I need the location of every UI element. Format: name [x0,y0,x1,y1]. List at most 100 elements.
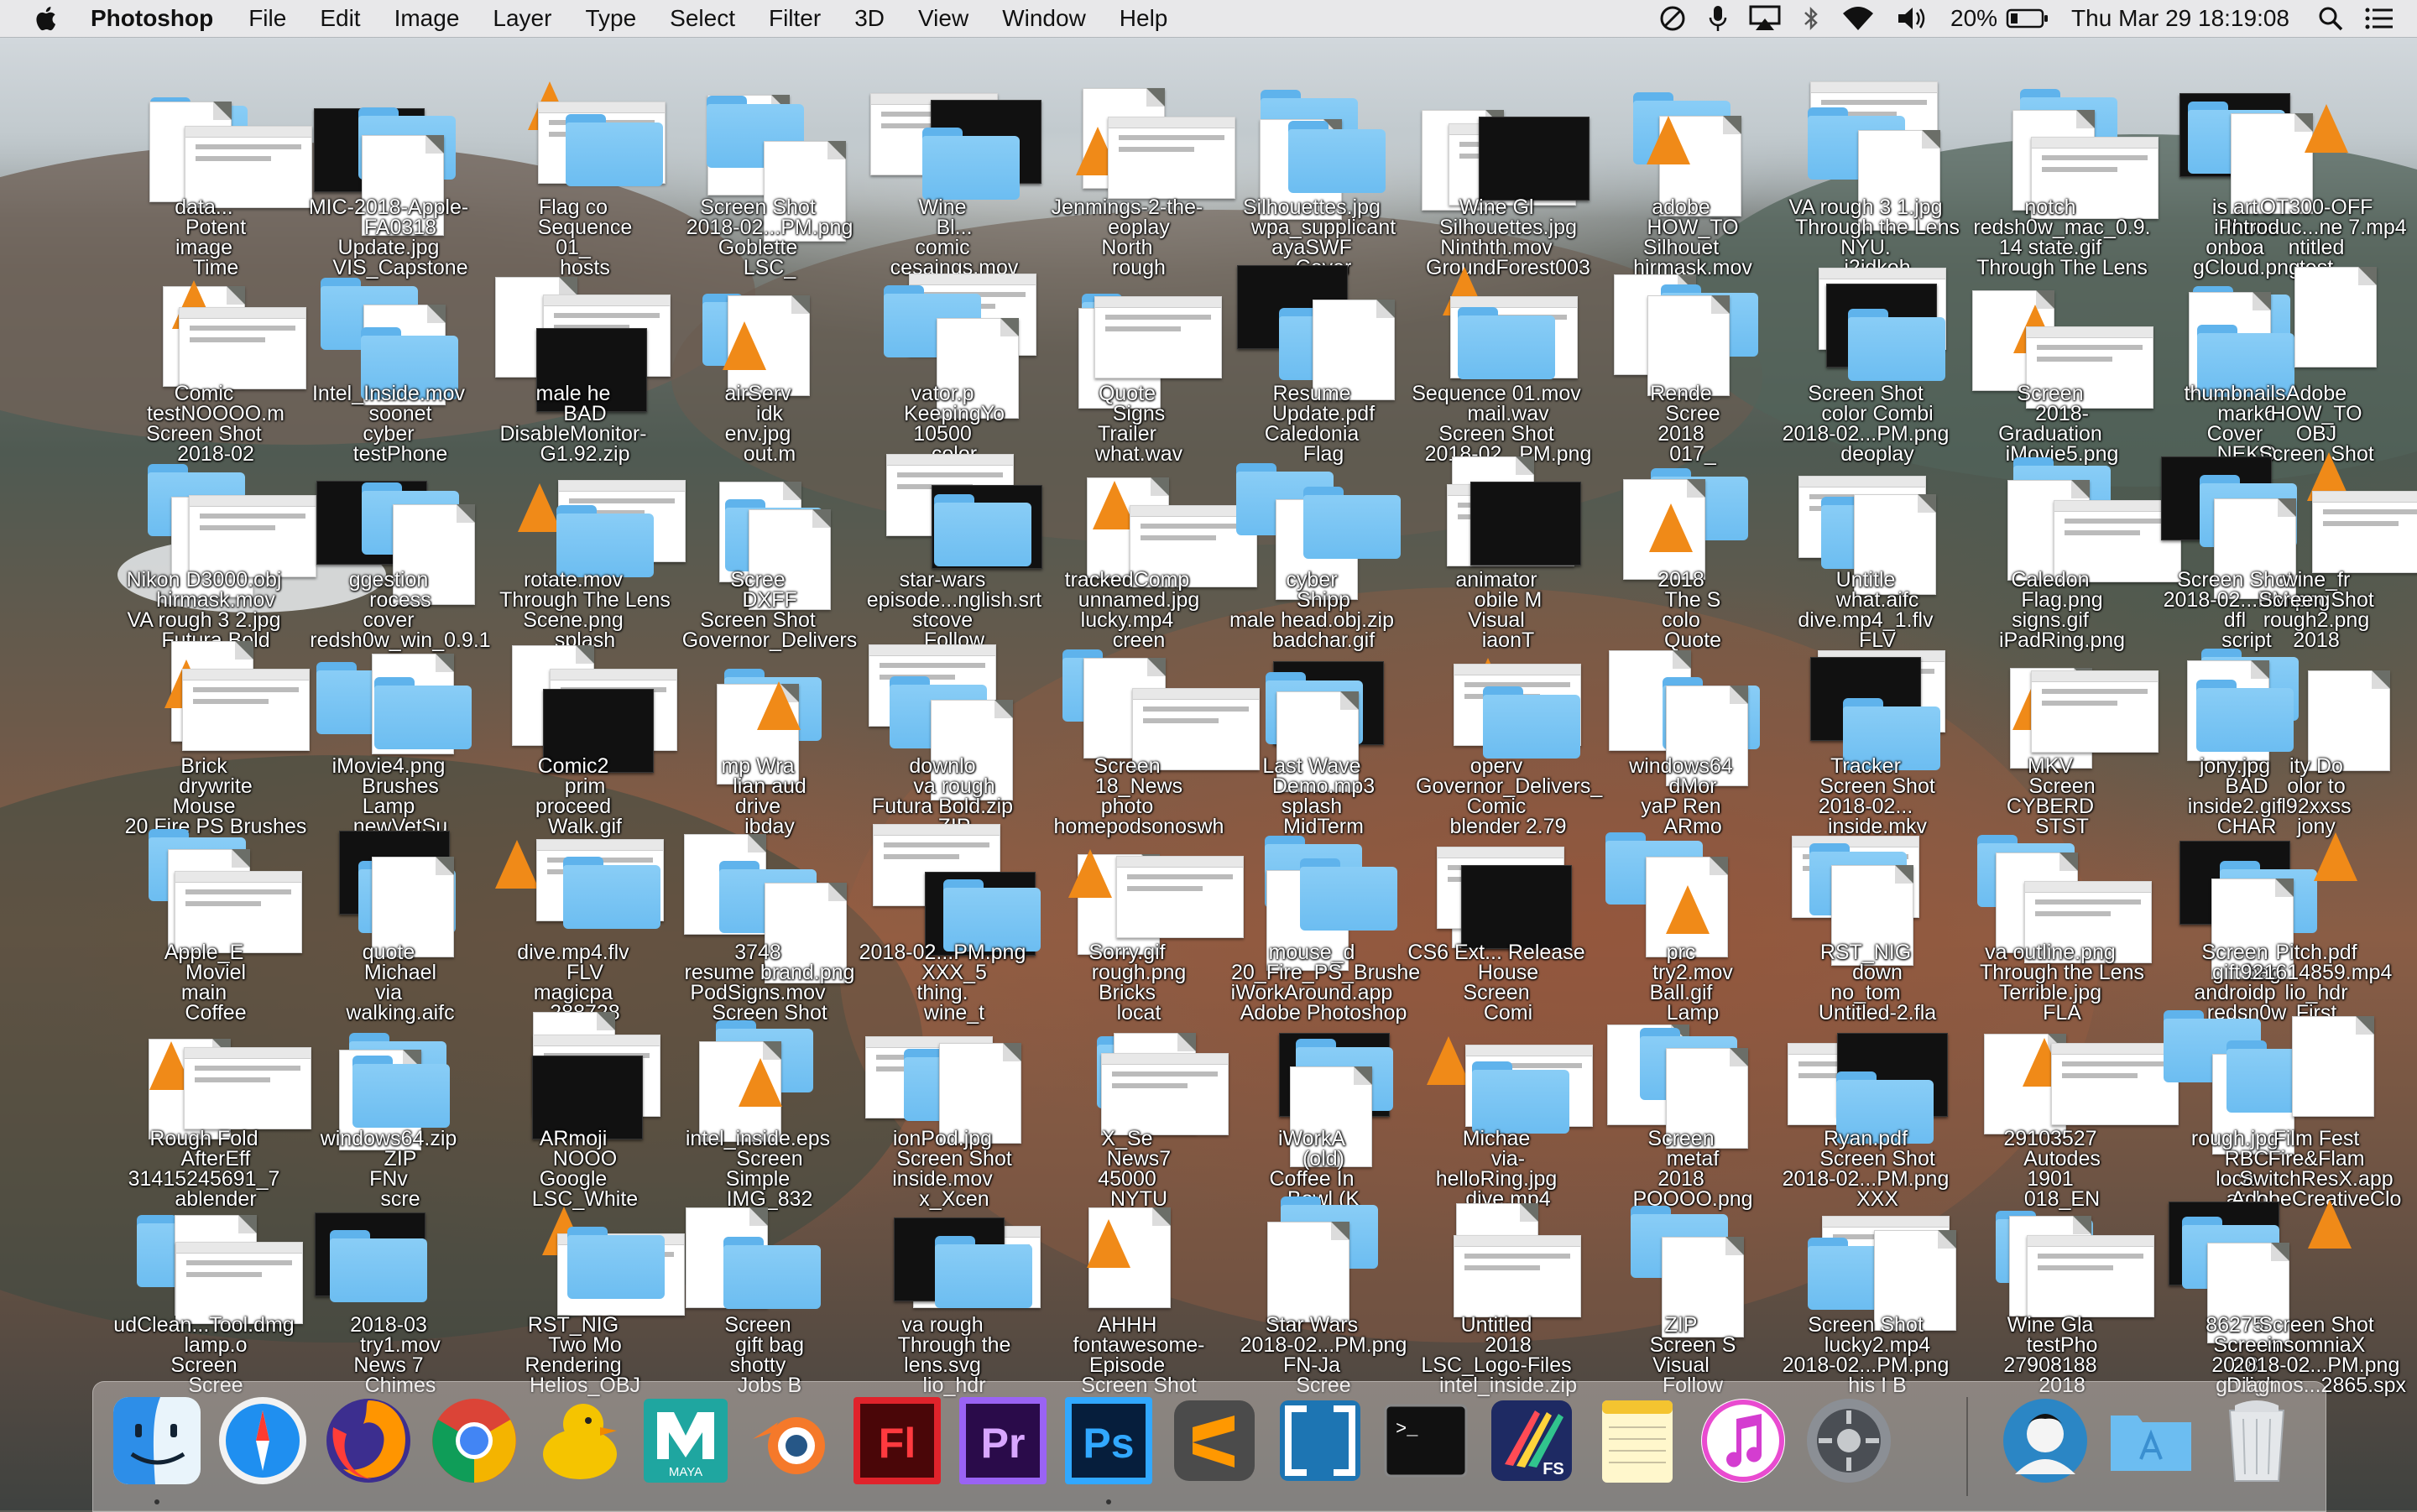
menu-window[interactable]: Window [1002,5,1086,32]
folder-icon[interactable] [935,1236,1032,1308]
screenshot-thumbnail-icon[interactable] [1101,1053,1229,1135]
vlc-file-icon[interactable] [1068,849,1112,898]
do-not-disturb-icon[interactable] [1658,4,1687,33]
screenshot-thumbnail-icon[interactable] [1094,296,1222,378]
folder-icon[interactable] [567,1227,665,1299]
folder-icon[interactable] [1303,487,1401,559]
vlc-file-icon[interactable] [2308,1200,2352,1249]
desktop-icon-label[interactable]: Adobe Photoshop [1231,1002,1416,1024]
folder-icon[interactable] [1848,309,1945,381]
itunes-icon[interactable] [1696,1394,1790,1488]
desktop-icon-label[interactable]: iaonT [1416,629,1600,651]
menu-3d[interactable]: 3D [854,5,885,32]
vlc-file-icon[interactable] [739,1058,782,1107]
desktop-icon-label[interactable]: testPhone [308,443,493,465]
screenshot-thumbnail-icon[interactable] [182,669,310,751]
desktop-icon-label[interactable]: Flag [1231,443,1416,465]
folder-icon[interactable] [374,677,472,749]
applications-folder-icon[interactable] [2104,1394,2198,1488]
document-icon[interactable] [2292,1016,2374,1117]
wifi-icon[interactable] [1841,5,1875,32]
notification-center-icon[interactable] [2365,7,2394,30]
menu-file[interactable]: File [248,5,286,32]
folder-icon[interactable] [2196,680,2294,752]
screenshot-thumbnail-icon[interactable] [189,495,316,577]
firefox-icon[interactable] [321,1394,415,1488]
user-avatar-icon[interactable] [1998,1394,2092,1488]
document-icon[interactable] [1647,295,1730,396]
folder-icon[interactable] [352,1056,450,1128]
cyberduck-icon[interactable] [533,1394,627,1488]
video-thumbnail-icon[interactable] [1461,865,1572,949]
desktop-icon-label[interactable]: rough [1047,257,1231,279]
premiere-icon[interactable]: Pr [956,1394,1050,1488]
desktop-icon-label[interactable]: out.m [677,443,862,465]
desktop-icon-label[interactable]: Governor_Delivers [677,629,862,651]
vlc-file-icon[interactable] [1666,885,1710,934]
sublime-text-icon[interactable] [1167,1394,1261,1488]
terminal-icon[interactable]: >_ [1379,1394,1473,1488]
screenshot-thumbnail-icon[interactable] [184,1047,311,1129]
menu-filter[interactable]: Filter [769,5,821,32]
chrome-icon[interactable] [427,1394,521,1488]
desktop-icon-label[interactable]: badchar.gif [1231,629,1416,651]
screenshot-thumbnail-icon[interactable] [2031,670,2159,753]
screenshot-thumbnail-icon[interactable] [2027,1235,2154,1317]
photoshop-icon[interactable]: Ps [1062,1394,1156,1488]
desktop-icon-label[interactable]: deoplay [1785,443,1970,465]
menu-select[interactable]: Select [670,5,735,32]
desktop-icon-label[interactable]: Untitled-2.fla [1785,1002,1970,1024]
desktop-icon-label[interactable]: Lamp [1600,1002,1785,1024]
folder-icon[interactable] [1472,1061,1569,1134]
menu-image[interactable]: Image [394,5,460,32]
desktop-icon-label[interactable]: walking.aifc [308,1002,493,1024]
folder-icon[interactable] [1300,858,1397,931]
spotlight-search-icon[interactable] [2318,6,2343,31]
folder-icon[interactable] [330,1230,427,1302]
apple-menu-icon[interactable] [32,0,62,37]
desktop-icon-label[interactable]: blender 2.79 [1416,816,1600,837]
desktop-icon-label[interactable]: Quote [1600,629,1785,651]
screenshot-thumbnail-icon[interactable] [2051,1043,2179,1125]
folder-icon[interactable] [934,494,1031,566]
screenshot-thumbnail-icon[interactable] [1108,117,1235,199]
vlc-file-icon[interactable] [2305,104,2348,153]
document-icon[interactable] [1267,1222,1349,1322]
menu-type[interactable]: Type [585,5,636,32]
desktop-icon-label[interactable]: 018_EN [1970,1188,2154,1210]
brackets-icon[interactable] [1273,1394,1367,1488]
desktop-icon-label[interactable]: scre [308,1188,493,1210]
desktop-icon-label[interactable]: inside.mkv [1785,816,1970,837]
document-icon[interactable] [2294,267,2377,368]
vlc-file-icon[interactable] [723,321,766,370]
blender-icon[interactable] [744,1394,838,1488]
desktop-icon-label[interactable]: Comi [1416,1002,1600,1024]
desktop-icon-label[interactable]: 2018-02 [123,443,308,465]
desktop-icon-label[interactable]: FLV [1785,629,1970,651]
desktop-icon-label[interactable]: ablender [123,1188,308,1210]
menu-edit[interactable]: Edit [320,5,360,32]
vlc-file-icon[interactable] [518,483,561,532]
vlc-file-icon[interactable] [757,681,801,730]
bluetooth-icon[interactable] [1803,4,1819,33]
desktop-icon-label[interactable]: homepodsonoswh [1047,816,1231,837]
desktop-icon-label[interactable]: XXX [1785,1188,1970,1210]
desktop-icon-label[interactable]: what.wav [1047,443,1231,465]
vlc-file-icon[interactable] [1647,116,1690,164]
desktop-icon-label[interactable]: Time [123,257,308,279]
airplay-icon[interactable] [1749,5,1781,32]
flash-icon[interactable]: Fl [850,1394,944,1488]
folder-icon[interactable] [563,857,660,929]
screenshot-thumbnail-icon[interactable] [1454,1235,1581,1317]
desktop-icon-label[interactable]: 017_ [1600,443,1785,465]
folder-icon[interactable] [1458,307,1555,379]
trash-icon[interactable] [2210,1394,2304,1488]
folder-icon[interactable] [922,128,1020,200]
desktop-icon-label[interactable]: VIS_Capstone [308,257,493,279]
system-preferences-icon[interactable] [1802,1394,1896,1488]
battery-icon[interactable] [2006,8,2049,29]
desktop-icon-label[interactable]: G1.92.zip [493,443,677,465]
vlc-file-icon[interactable] [1087,1219,1130,1268]
desktop-icon-label[interactable]: locat [1047,1002,1231,1024]
screenshot-thumbnail-icon[interactable] [175,1242,303,1324]
